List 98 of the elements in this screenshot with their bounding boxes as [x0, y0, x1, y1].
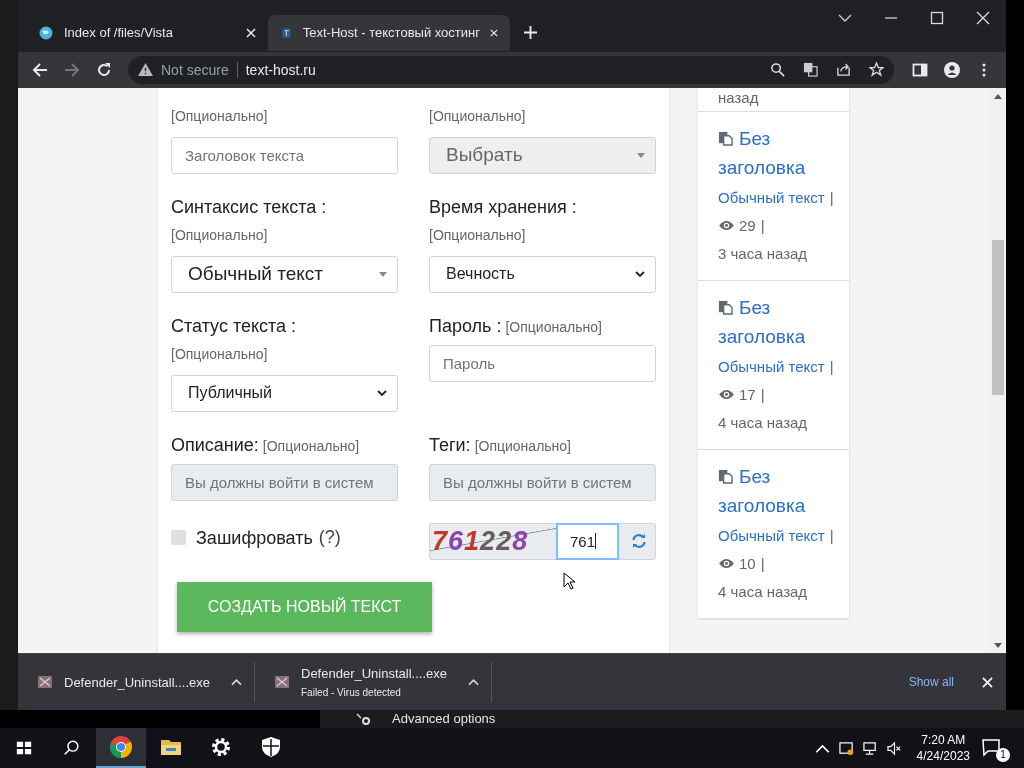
text-title-link[interactable]: Без заголовка	[718, 123, 835, 182]
optional-hint: [Опционально]	[171, 344, 269, 363]
optional-hint: [Опционально]	[429, 225, 527, 244]
muted-speaker-icon[interactable]	[886, 740, 902, 756]
new-tab-icon[interactable]	[524, 26, 537, 40]
caret-icon[interactable]	[231, 678, 242, 687]
notification-count: 1	[996, 748, 1010, 762]
view-count: 17	[739, 385, 756, 403]
download-item[interactable]: Defender_Uninstall....exe	[18, 662, 255, 703]
message-icon	[982, 739, 1002, 757]
captcha-field[interactable]: 761	[556, 522, 619, 560]
security-label: Not secure	[161, 61, 238, 78]
url-text: text-host.ru	[245, 61, 316, 78]
separator: |	[760, 554, 765, 572]
separator: |	[829, 357, 834, 375]
optional-hint: [Опционально]	[474, 437, 571, 454]
forward-icon[interactable]	[64, 61, 80, 78]
time-ago: 4 часа назад	[718, 581, 809, 602]
file-icon	[38, 676, 52, 689]
globe-icon	[38, 24, 54, 41]
view-count: 29	[739, 216, 756, 234]
close-icon[interactable]	[490, 27, 498, 38]
separator: |	[829, 188, 834, 206]
window-text: Advanced options	[392, 711, 496, 727]
copy-icon	[718, 130, 733, 146]
side-panel-icon[interactable]	[912, 61, 928, 78]
profile-icon[interactable]	[944, 61, 960, 78]
scrollbar-thumb[interactable]	[992, 239, 1004, 395]
close-icon[interactable]	[246, 27, 256, 38]
field-label: Статус текста :	[171, 314, 298, 337]
copy-icon	[718, 468, 733, 484]
gear-icon	[356, 713, 372, 725]
copy-icon	[718, 299, 733, 315]
dropdown[interactable]: Обычный текст	[171, 255, 398, 293]
optional-hint: [Опционально]	[171, 225, 269, 244]
select-field[interactable]: Вечность	[429, 255, 656, 293]
select-field[interactable]: Публичный	[171, 374, 398, 412]
network-icon[interactable]	[862, 740, 878, 756]
optional-hint: [Опционально]	[262, 437, 360, 454]
translate-icon[interactable]	[803, 62, 818, 78]
notification-button[interactable]: 1	[982, 734, 1010, 762]
separator: |	[829, 526, 834, 544]
eye-icon	[718, 557, 735, 569]
optional-hint: [Опционально]	[505, 318, 602, 335]
field-label: Время хранения :	[429, 195, 578, 218]
separator: |	[760, 385, 765, 403]
mouse-cursor-icon	[563, 571, 575, 590]
syntax-link[interactable]: Обычный текст	[718, 526, 825, 544]
caret-icon[interactable]	[468, 678, 479, 687]
help-link[interactable]: (?)	[318, 527, 341, 549]
show-all-link[interactable]: Show all	[908, 675, 954, 690]
syntax-link[interactable]: Обычный текст	[718, 357, 825, 375]
address-bar[interactable]: Not secure text-host.ru	[128, 55, 894, 84]
syntax-link[interactable]: Обычный текст	[718, 188, 825, 206]
reload-icon[interactable]	[96, 61, 112, 78]
scroll-down-icon[interactable]	[994, 642, 1002, 648]
checkbox-label: Зашифровать	[196, 526, 313, 549]
chrome-icon	[109, 735, 133, 759]
chevron-icon	[377, 390, 387, 397]
taskbar-app[interactable]	[96, 728, 146, 768]
file-icon	[275, 676, 289, 689]
refresh-icon[interactable]	[631, 533, 647, 550]
text-field[interactable]: Заголовок текста	[171, 136, 398, 174]
time-ago: 3 часа назад	[718, 243, 809, 264]
close-icon[interactable]	[982, 676, 993, 688]
field-label: Описание:	[171, 433, 259, 456]
gear-icon	[209, 735, 233, 759]
browser-tab[interactable]: Text-Host - текстовый хостинг	[268, 14, 510, 51]
optional-hint: [Опционально]	[429, 106, 527, 125]
share-icon[interactable]	[836, 62, 851, 78]
view-count: 10	[739, 554, 756, 572]
caret-icon	[637, 152, 645, 158]
warning-icon	[138, 63, 153, 77]
text-title-link[interactable]: Без заголовка	[718, 292, 835, 351]
text-field[interactable]: Пароль	[429, 344, 656, 382]
clock-date[interactable]: 4/24/2023	[916, 748, 970, 764]
eye-icon	[718, 219, 735, 231]
caret-icon	[379, 271, 387, 277]
security-tray-icon[interactable]	[838, 740, 854, 756]
checkbox[interactable]	[171, 530, 186, 546]
separator: |	[760, 216, 765, 234]
chevron-icon	[635, 271, 645, 278]
field-label: Пароль :	[429, 314, 502, 337]
search-icon[interactable]	[770, 62, 785, 78]
shield-icon	[259, 735, 283, 759]
optional-hint: [Опционально]	[171, 106, 269, 125]
time-ago: назад	[718, 88, 759, 107]
clock-time[interactable]: 7:20 AM	[921, 732, 966, 748]
back-icon[interactable]	[32, 61, 48, 78]
browser-tab[interactable]: Index of /files/Vista	[26, 14, 268, 51]
download-item[interactable]: Defender_Uninstall....exe Failed - Virus detected	[255, 662, 492, 703]
eye-icon	[718, 388, 735, 400]
text-title-link[interactable]: Без заголовка	[718, 461, 835, 520]
time-ago: 4 часа назад	[718, 412, 809, 433]
field-label: Теги:	[429, 433, 471, 456]
star-icon[interactable]	[869, 62, 884, 78]
scroll-up-icon[interactable]	[994, 93, 1002, 99]
field-label: Синтаксис текста :	[171, 195, 328, 218]
